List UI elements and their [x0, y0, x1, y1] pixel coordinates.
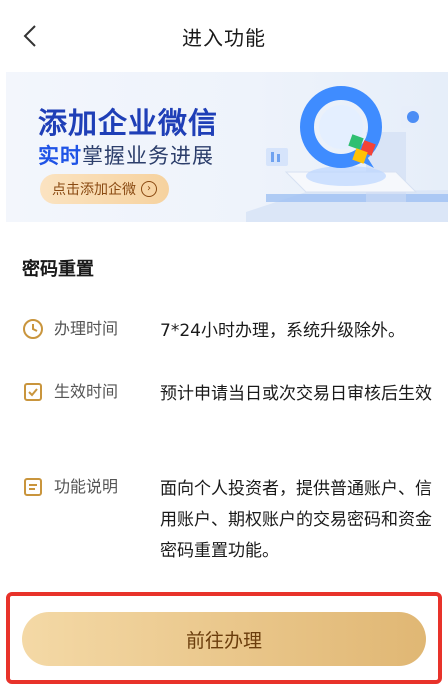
info-row-label: 生效时间: [54, 382, 119, 401]
section-title: 密码重置: [22, 259, 94, 280]
wecom-promo-banner[interactable]: 添加企业微信 实时掌握业务进展 点击添加企微 ›: [6, 72, 448, 222]
back-button[interactable]: [18, 24, 42, 48]
proceed-button[interactable]: 前往办理: [22, 612, 426, 666]
info-row-processing-time: 办理时间 7*24小时办理，系统升级除外。: [22, 316, 432, 346]
calendar-check-icon: [24, 383, 42, 401]
page-title: 进入功能: [182, 25, 266, 50]
add-wecom-button[interactable]: 点击添加企微 ›: [40, 174, 169, 204]
chevron-left-icon: [23, 25, 36, 47]
document-icon: [24, 478, 42, 496]
info-row-value: 预计申请当日或次交易日审核后生效: [160, 384, 432, 404]
banner-subtitle-rest: 掌握业务进展: [82, 144, 214, 168]
info-row-label: 办理时间: [54, 319, 119, 338]
action-button-highlight: 前往办理: [6, 592, 442, 684]
banner-subtitle: 实时掌握业务进展: [38, 140, 214, 170]
clock-icon: [23, 319, 43, 339]
info-row-description: 功能说明 面向个人投资者，提供普通账户、信用账户、期权账户的交易密码和资金密码重…: [22, 474, 432, 570]
banner-subtitle-highlight: 实时: [38, 144, 82, 168]
chevron-right-circle-icon: ›: [141, 181, 157, 197]
banner-headline: 添加企业微信: [38, 106, 219, 140]
wecom-illustration: [246, 86, 448, 222]
add-wecom-label: 点击添加企微: [52, 182, 136, 198]
info-row-label: 功能说明: [54, 477, 119, 496]
info-row-value: 7*24小时办理，系统升级除外。: [160, 321, 405, 341]
info-row-value: 面向个人投资者，提供普通账户、信用账户、期权账户的交易密码和资金密码重置功能。: [160, 479, 432, 561]
info-row-effective-time: 生效时间 预计申请当日或次交易日审核后生效: [22, 379, 432, 443]
top-nav-bar: 进入功能: [0, 0, 448, 72]
